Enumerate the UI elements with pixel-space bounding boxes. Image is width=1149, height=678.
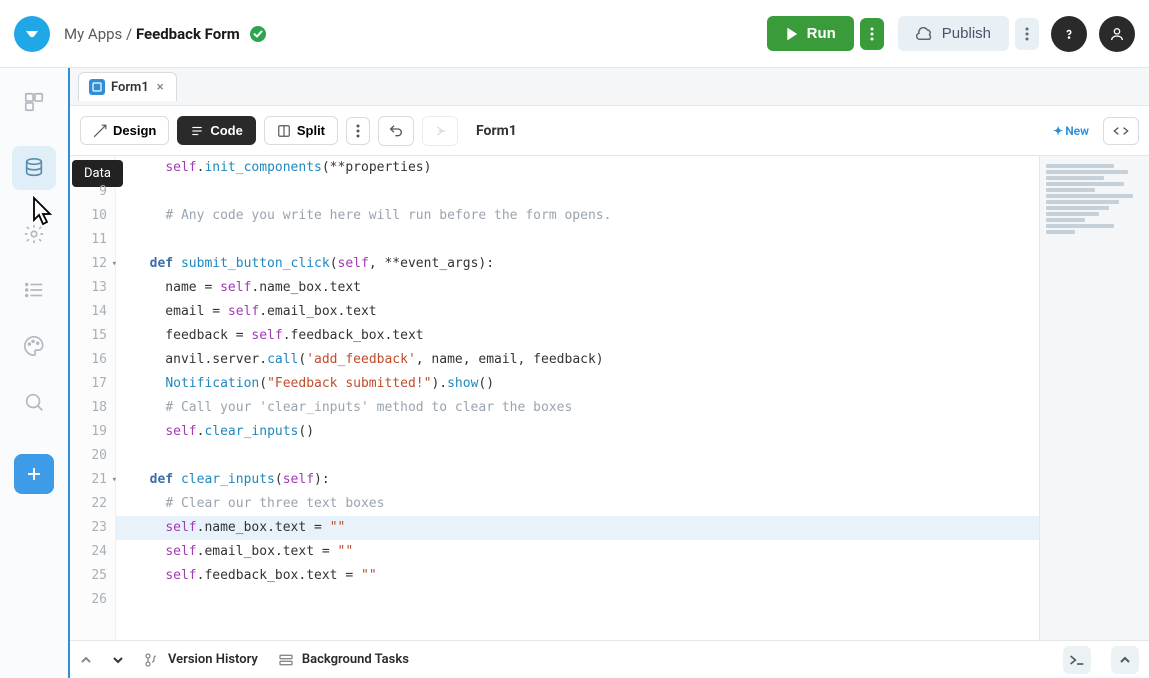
sidebar-add-button[interactable] [14,454,54,494]
breadcrumb-app-name[interactable]: Feedback Form [136,25,240,43]
toolbar-more-button[interactable] [346,117,370,145]
gutter-line: 14 [70,300,107,324]
sidebar-search-icon[interactable] [22,390,46,414]
tab-row: Form1 × [70,68,1149,106]
code-line[interactable]: self.feedback_box.text = "" [116,564,1039,588]
redo-button[interactable] [422,116,458,146]
background-tasks-link[interactable]: Background Tasks [278,652,409,668]
code-line[interactable]: # Clear our three text boxes [116,492,1039,516]
help-button[interactable] [1051,16,1087,52]
code-line[interactable]: name = self.name_box.text [116,276,1039,300]
gutter-line: 19 [70,420,107,444]
code-line[interactable]: self.init_components(**properties) [116,156,1039,180]
gutter-line: 13 [70,276,107,300]
gutter-line: 20 [70,444,107,468]
gutter-line: 26 [70,588,107,612]
collapse-up-icon[interactable] [80,654,92,666]
collapse-down-icon[interactable] [112,654,124,666]
code-line[interactable]: Notification("Feedback submitted!").show… [116,372,1039,396]
gutter-line: 12 [70,252,107,276]
sidebar-theme-icon[interactable] [22,334,46,358]
code-area[interactable]: self.init_components(**properties) # Any… [116,156,1039,640]
code-line[interactable]: anvil.server.call('add_feedback', name, … [116,348,1039,372]
code-line[interactable]: feedback = self.feedback_box.text [116,324,1039,348]
sidebar-list-icon[interactable] [22,278,46,302]
header: My Apps / Feedback Form Run Publish [0,0,1149,68]
gutter-line: 23 [70,516,107,540]
tab-form1[interactable]: Form1 × [78,72,177,101]
form-name-label: Form1 [476,123,517,139]
code-embed-button[interactable] [1103,117,1139,145]
gutter-line: 22 [70,492,107,516]
gutter-line: 16 [70,348,107,372]
new-button[interactable]: ✦ New [1053,124,1089,138]
code-line[interactable]: def submit_button_click(self, **event_ar… [116,252,1039,276]
gutter-line: 10 [70,204,107,228]
gutter-line [70,156,107,180]
publish-menu-button[interactable] [1015,18,1039,50]
gutter-line: 18 [70,396,107,420]
bottom-bar: Version History Background Tasks [70,640,1149,678]
code-line[interactable] [116,444,1039,468]
gutter-line: 9 [70,180,107,204]
gutter-line: 24 [70,540,107,564]
code-line[interactable]: def clear_inputs(self): [116,468,1039,492]
sidebar: Data [0,68,68,678]
sidebar-data-icon[interactable] [12,146,56,190]
sidebar-forms-icon[interactable] [22,90,46,114]
design-button[interactable]: Design [80,116,169,145]
publish-button[interactable]: Publish [898,16,1009,51]
sidebar-settings-icon[interactable] [22,222,46,246]
undo-button[interactable] [378,116,414,146]
minimap[interactable] [1039,156,1149,640]
status-check-icon [250,26,266,42]
run-button[interactable]: Run [767,16,854,51]
code-line[interactable] [116,228,1039,252]
tab-close-icon[interactable]: × [155,80,166,95]
code-line[interactable]: self.clear_inputs() [116,420,1039,444]
run-menu-button[interactable] [860,18,884,50]
breadcrumb-root[interactable]: My Apps [64,25,122,43]
account-button[interactable] [1099,16,1135,52]
code-button[interactable]: Code [177,116,256,145]
code-line[interactable] [116,588,1039,612]
expand-up-button[interactable] [1111,646,1139,674]
code-line[interactable]: self.name_box.text = "" [116,516,1039,540]
code-line[interactable]: # Any code you write here will run befor… [116,204,1039,228]
gutter-line: 17 [70,372,107,396]
version-history-link[interactable]: Version History [144,652,258,668]
gutter-line: 11 [70,228,107,252]
code-line[interactable] [116,180,1039,204]
code-line[interactable]: self.email_box.text = "" [116,540,1039,564]
gutter-line: 15 [70,324,107,348]
breadcrumb: My Apps / Feedback Form [64,25,240,43]
code-line[interactable]: email = self.email_box.text [116,300,1039,324]
code-line[interactable]: # Call your 'clear_inputs' method to cle… [116,396,1039,420]
content: Form1 × Design Code Split [68,68,1149,678]
console-button[interactable] [1063,646,1091,674]
code-editor[interactable]: 91011121314151617181920212223242526 self… [70,156,1039,640]
split-button[interactable]: Split [264,116,338,145]
logo-icon[interactable] [14,16,50,52]
form-icon [89,79,105,95]
gutter: 91011121314151617181920212223242526 [70,156,116,640]
gutter-line: 21 [70,468,107,492]
toolbar: Design Code Split Form1 ✦ New [70,106,1149,156]
gutter-line: 25 [70,564,107,588]
